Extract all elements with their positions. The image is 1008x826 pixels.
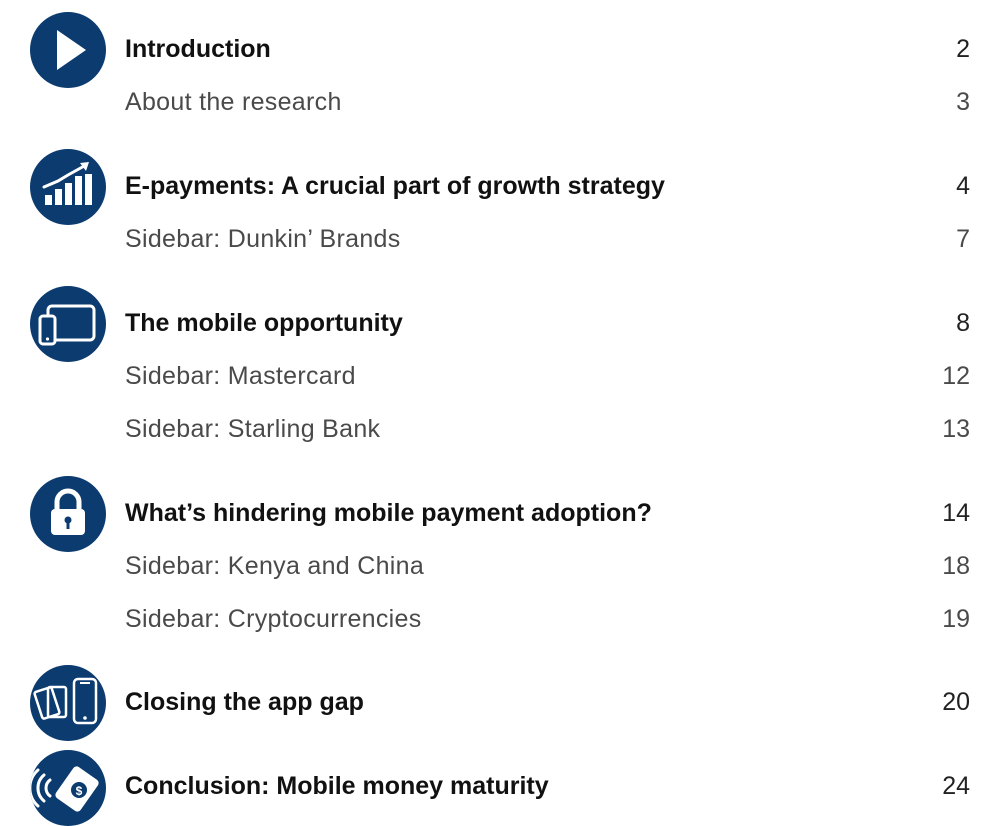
padlock-icon	[30, 476, 106, 552]
toc-sub-mastercard[interactable]: Sidebar: Mastercard 12	[125, 359, 970, 393]
svg-text:$: $	[76, 784, 83, 798]
section-title: Closing the app gap	[125, 687, 364, 716]
toc-sub-kenya-china[interactable]: Sidebar: Kenya and China 18	[125, 549, 970, 583]
play-icon	[30, 12, 106, 88]
page-number: 3	[956, 87, 970, 116]
toc-section-mobile-opportunity[interactable]: The mobile opportunity 8	[125, 306, 970, 340]
toc-section-hindering-adoption[interactable]: What’s hindering mobile payment adoption…	[125, 496, 970, 530]
page-number: 24	[942, 771, 970, 800]
cards-phone-icon	[30, 665, 106, 741]
page-number: 4	[956, 171, 970, 200]
toc-section-app-gap[interactable]: Closing the app gap 20	[125, 685, 970, 719]
contactless-payment-icon: $	[30, 750, 106, 826]
section-title: What’s hindering mobile payment adoption…	[125, 498, 652, 527]
sub-title: Sidebar: Kenya and China	[125, 551, 425, 580]
tablet-phone-icon	[30, 286, 106, 362]
section-title: Conclusion: Mobile money maturity	[125, 771, 549, 800]
toc-section-e-payments[interactable]: E-payments: A crucial part of growth str…	[125, 169, 970, 203]
page-number: 20	[942, 687, 970, 716]
page-number: 2	[956, 34, 970, 63]
sub-title: Sidebar: Mastercard	[125, 361, 356, 390]
section-title: The mobile opportunity	[125, 308, 403, 337]
toc-sub-cryptocurrencies[interactable]: Sidebar: Cryptocurrencies 19	[125, 602, 970, 636]
toc-sub-starling-bank[interactable]: Sidebar: Starling Bank 13	[125, 412, 970, 446]
toc-section-conclusion[interactable]: Conclusion: Mobile money maturity 24	[125, 769, 970, 803]
sub-title: Sidebar: Cryptocurrencies	[125, 604, 422, 633]
page-number: 19	[942, 604, 970, 633]
section-title: E-payments: A crucial part of growth str…	[125, 171, 665, 200]
sub-title: Sidebar: Dunkin’ Brands	[125, 224, 401, 253]
page-number: 18	[942, 551, 970, 580]
page-number: 7	[956, 224, 970, 253]
page-number: 8	[956, 308, 970, 337]
toc-sub-dunkin[interactable]: Sidebar: Dunkin’ Brands 7	[125, 222, 970, 256]
page-number: 14	[942, 498, 970, 527]
sub-title: Sidebar: Starling Bank	[125, 414, 381, 443]
sub-title: About the research	[125, 87, 342, 116]
growth-chart-icon	[30, 149, 106, 225]
section-title: Introduction	[125, 34, 271, 63]
page-number: 13	[942, 414, 970, 443]
toc-section-introduction[interactable]: Introduction 2	[125, 32, 970, 66]
toc-sub-about-research[interactable]: About the research 3	[125, 85, 970, 119]
page-number: 12	[942, 361, 970, 390]
